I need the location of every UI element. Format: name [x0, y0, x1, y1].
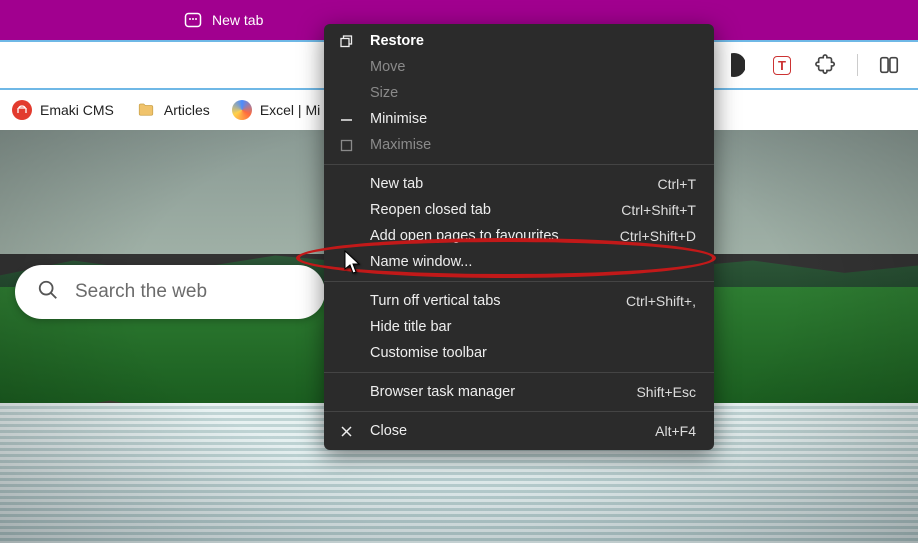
bookmark-label: Excel | Mi: [260, 102, 320, 118]
menu-item-hide-title-bar[interactable]: Hide title bar: [324, 314, 714, 340]
menu-item-label: Minimise: [370, 111, 696, 127]
menu-item-turn-off-vertical-tabs[interactable]: Turn off vertical tabsCtrl+Shift+,: [324, 288, 714, 314]
split-screen-icon[interactable]: [876, 52, 902, 78]
menu-separator: [324, 411, 714, 412]
menu-item-size: Size: [324, 80, 714, 106]
menu-item-label: Name window...: [370, 254, 696, 270]
toolbar-divider: [857, 54, 858, 76]
menu-item-name-window[interactable]: Name window...: [324, 249, 714, 275]
menu-item-label: New tab: [370, 176, 658, 192]
close-icon: [338, 423, 354, 439]
menu-item-new-tab[interactable]: New tabCtrl+T: [324, 171, 714, 197]
menu-item-add-open-pages-to-favourites[interactable]: Add open pages to favouritesCtrl+Shift+D: [324, 223, 714, 249]
menu-item-label: Add open pages to favourites: [370, 228, 620, 244]
search-box[interactable]: Search the web: [15, 265, 325, 319]
menu-item-label: Browser task manager: [370, 384, 636, 400]
menu-separator: [324, 164, 714, 165]
blank-icon: [338, 228, 354, 244]
search-icon: [37, 279, 59, 306]
menu-item-accelerator: Ctrl+Shift+D: [620, 228, 696, 244]
menu-item-label: Maximise: [370, 137, 696, 153]
blank-icon: [338, 319, 354, 335]
browser-tab[interactable]: New tab: [170, 3, 277, 37]
menu-item-close[interactable]: CloseAlt+F4: [324, 418, 714, 444]
menu-item-accelerator: Ctrl+Shift+T: [621, 202, 696, 218]
restore-icon: [338, 33, 354, 49]
menu-separator: [324, 281, 714, 282]
menu-item-accelerator: Shift+Esc: [636, 384, 696, 400]
maximise-icon: [338, 137, 354, 153]
blank-icon: [338, 384, 354, 400]
menu-item-customise-toolbar[interactable]: Customise toolbar: [324, 340, 714, 366]
blank-icon: [338, 293, 354, 309]
menu-separator: [324, 372, 714, 373]
emaki-icon: [12, 100, 32, 120]
bookmark-item[interactable]: Excel | Mi: [232, 100, 320, 120]
menu-item-label: Move: [370, 59, 696, 75]
new-tab-icon: [184, 11, 202, 29]
profile-partial-icon[interactable]: [725, 52, 751, 78]
tab-label: New tab: [212, 12, 263, 28]
minimise-icon: [338, 111, 354, 127]
bookmark-item[interactable]: Emaki CMS: [12, 100, 114, 120]
menu-item-browser-task-manager[interactable]: Browser task managerShift+Esc: [324, 379, 714, 405]
menu-item-accelerator: Ctrl+T: [658, 176, 697, 192]
window-context-menu: RestoreMoveSizeMinimiseMaximiseNew tabCt…: [324, 24, 714, 450]
menu-item-label: Hide title bar: [370, 319, 696, 335]
menu-item-reopen-closed-tab[interactable]: Reopen closed tabCtrl+Shift+T: [324, 197, 714, 223]
menu-item-restore[interactable]: Restore: [324, 28, 714, 54]
blank-icon: [338, 59, 354, 75]
extensions-icon[interactable]: [813, 52, 839, 78]
bookmark-label: Articles: [164, 102, 210, 118]
blank-icon: [338, 202, 354, 218]
menu-item-label: Reopen closed tab: [370, 202, 621, 218]
blank-icon: [338, 254, 354, 270]
folder-icon: [136, 100, 156, 120]
bookmark-item[interactable]: Articles: [136, 100, 210, 120]
bookmark-label: Emaki CMS: [40, 102, 114, 118]
blank-icon: [338, 345, 354, 361]
t-extension-icon[interactable]: T: [769, 52, 795, 78]
menu-item-accelerator: Alt+F4: [655, 423, 696, 439]
blank-icon: [338, 85, 354, 101]
blank-icon: [338, 176, 354, 192]
copilot-icon: [232, 100, 252, 120]
menu-item-label: Size: [370, 85, 696, 101]
menu-item-move: Move: [324, 54, 714, 80]
menu-item-label: Turn off vertical tabs: [370, 293, 626, 309]
menu-item-label: Customise toolbar: [370, 345, 696, 361]
menu-item-accelerator: Ctrl+Shift+,: [626, 293, 696, 309]
menu-item-minimise[interactable]: Minimise: [324, 106, 714, 132]
menu-item-maximise: Maximise: [324, 132, 714, 158]
toolbar-right-group: T: [725, 42, 912, 88]
menu-item-label: Close: [370, 423, 655, 439]
search-placeholder: Search the web: [75, 281, 207, 303]
menu-item-label: Restore: [370, 33, 696, 49]
